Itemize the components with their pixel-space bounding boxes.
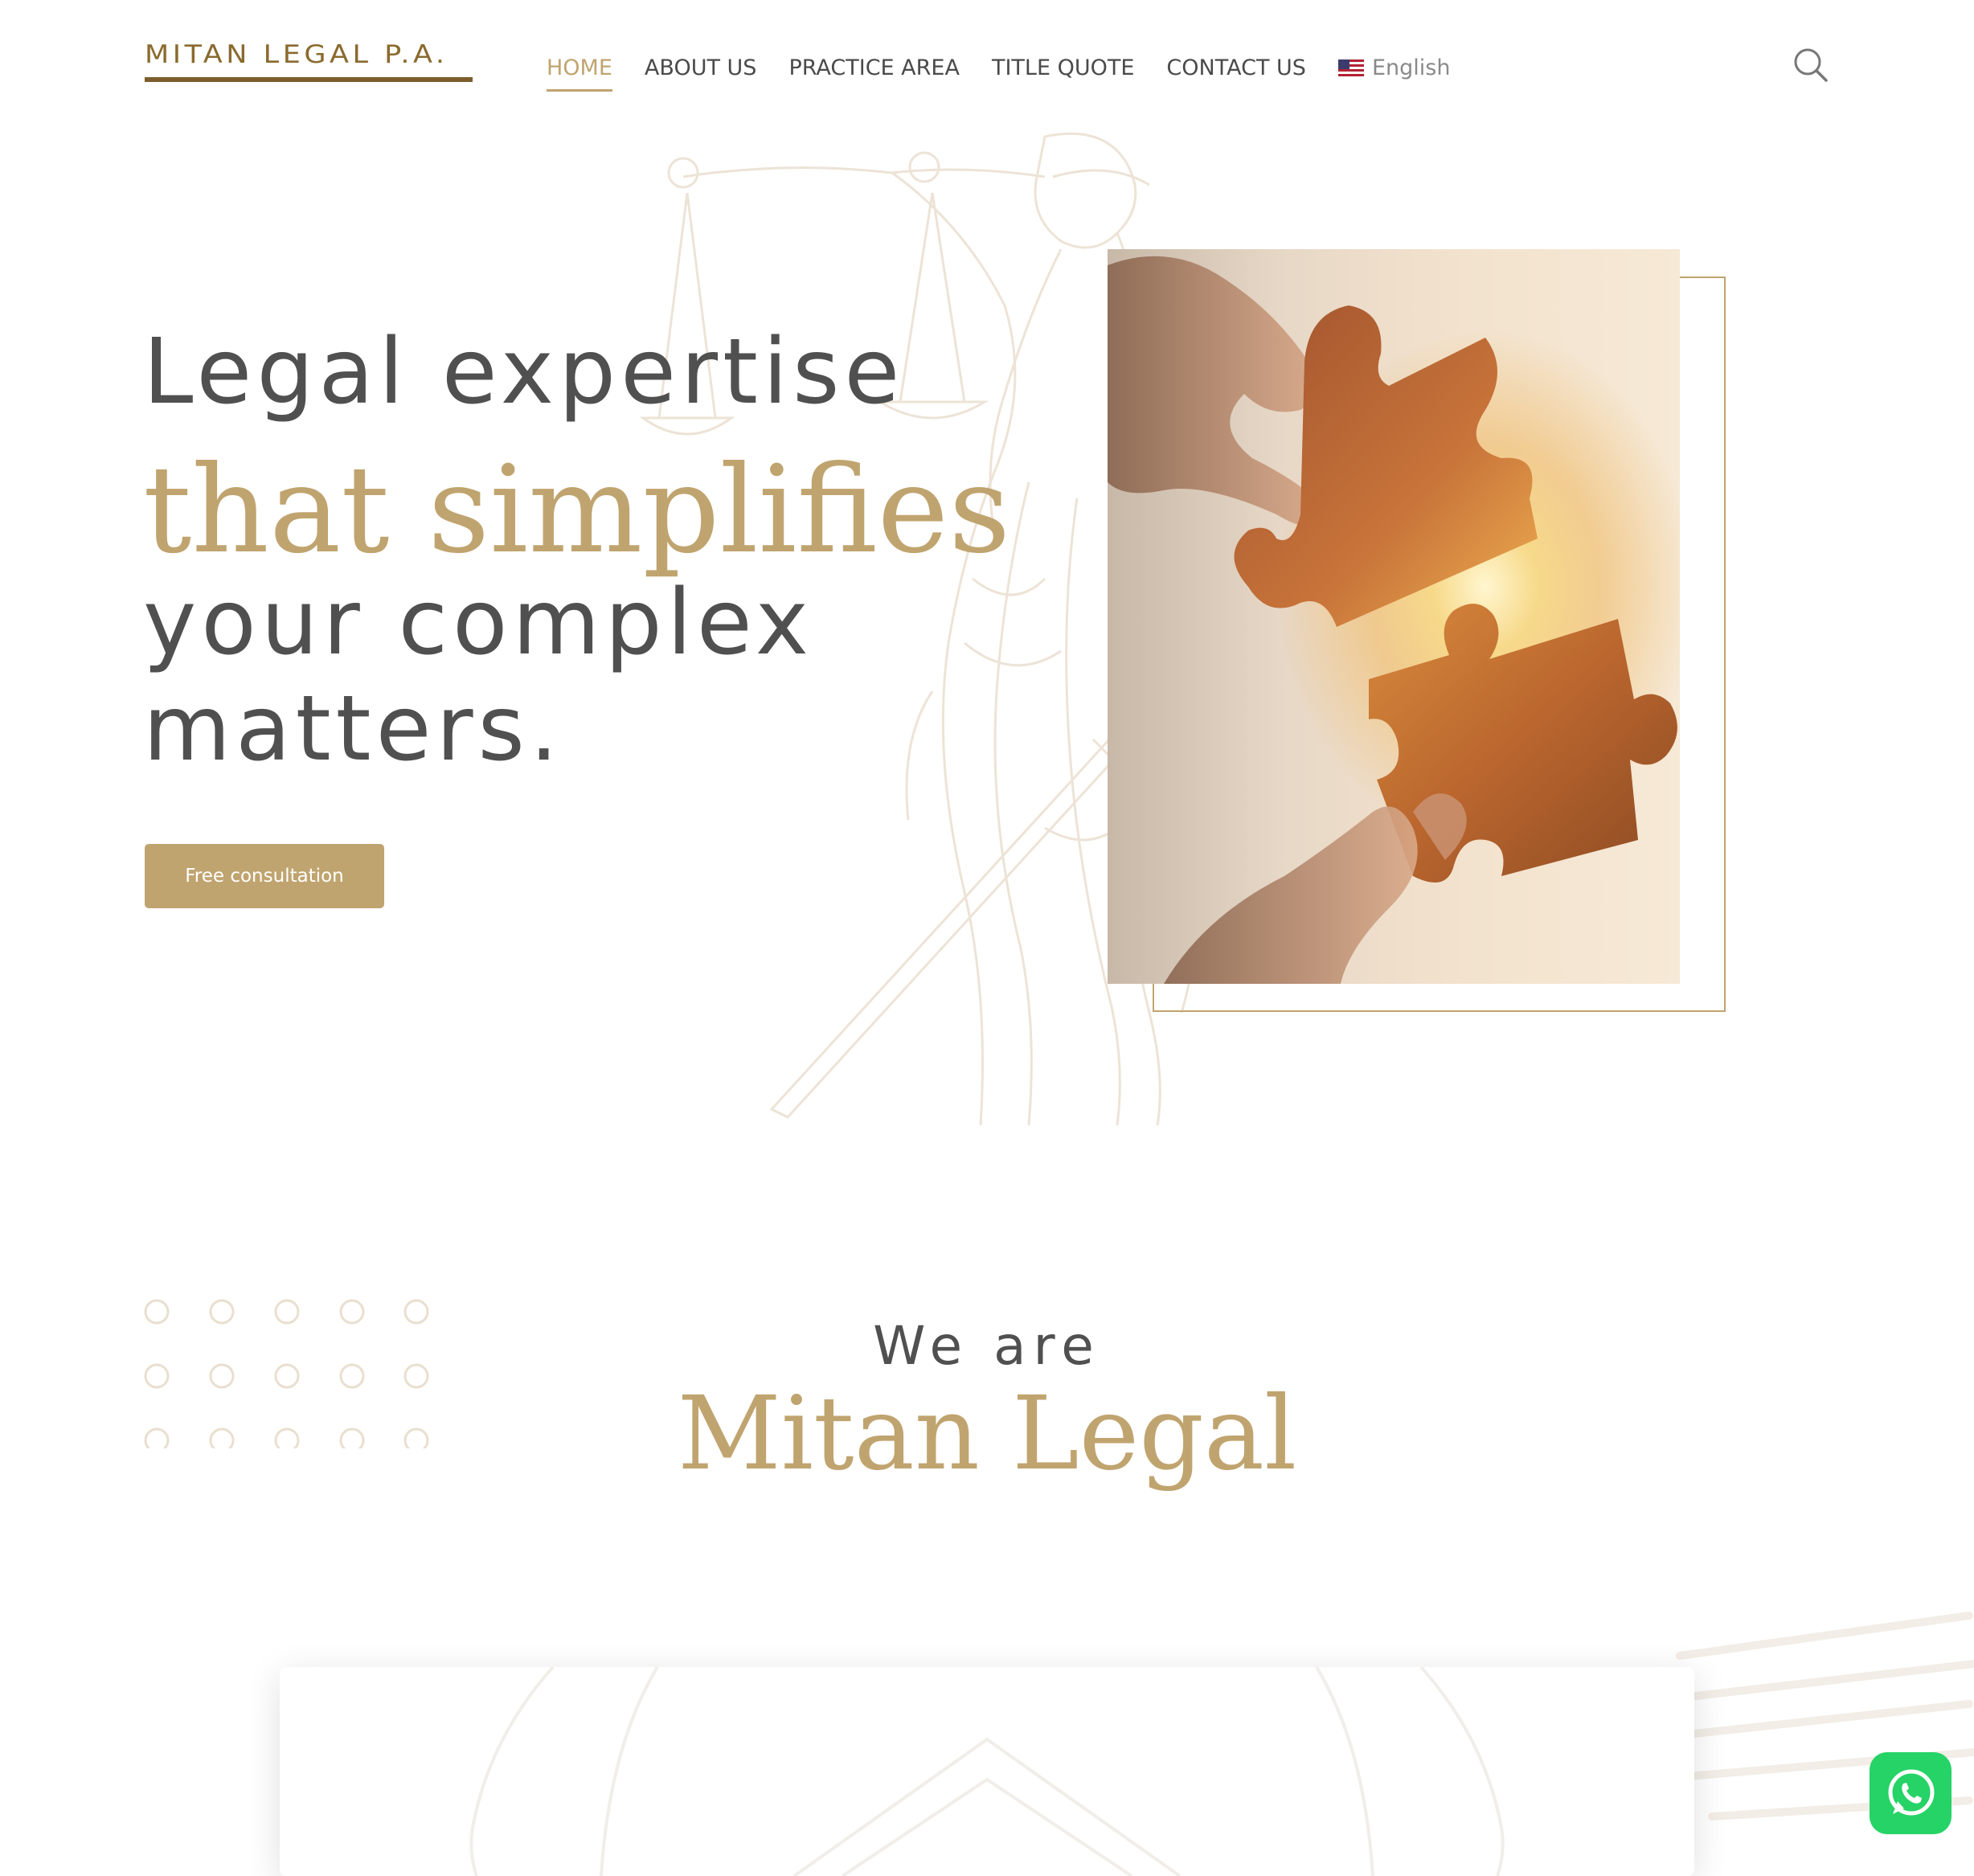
free-consultation-button[interactable]: Free consultation: [145, 844, 384, 908]
language-switcher[interactable]: English: [1337, 55, 1451, 80]
logo[interactable]: MITAN LEGAL P.A.: [145, 40, 474, 85]
nav-item-title-quote[interactable]: TITLE QUOTE: [992, 55, 1134, 80]
logo-underline: [145, 77, 473, 82]
logo-text: MITAN LEGAL P.A.: [145, 40, 448, 69]
hero-heading-line-2: that simplifies: [143, 440, 1011, 580]
hero-heading-line-3: your complex: [143, 571, 814, 675]
site-header: MITAN LEGAL P.A. HOME ABOUT US PRACTICE …: [0, 0, 1974, 129]
nav-item-home[interactable]: HOME: [547, 55, 612, 92]
hero-heading-line-4: matters.: [143, 677, 563, 781]
section-title: Mitan Legal: [677, 1374, 1297, 1493]
search-icon[interactable]: [1792, 47, 1829, 84]
main-nav: HOME ABOUT US PRACTICE AREA TITLE QUOTE …: [547, 50, 1451, 92]
nav-item-about-us[interactable]: ABOUT US: [645, 55, 757, 80]
about-card: [280, 1667, 1694, 1876]
whatsapp-icon[interactable]: [1870, 1752, 1951, 1834]
section-intro-text: We are: [873, 1315, 1101, 1377]
us-flag-icon: [1337, 59, 1364, 76]
nav-item-practice-area[interactable]: PRACTICE AREA: [788, 55, 960, 80]
puzzle-pieces-image: [1108, 249, 1680, 984]
language-label: English: [1371, 55, 1451, 80]
nav-item-contact-us[interactable]: CONTACT US: [1166, 55, 1306, 80]
hero-heading-line-1: Legal expertise: [143, 320, 905, 424]
